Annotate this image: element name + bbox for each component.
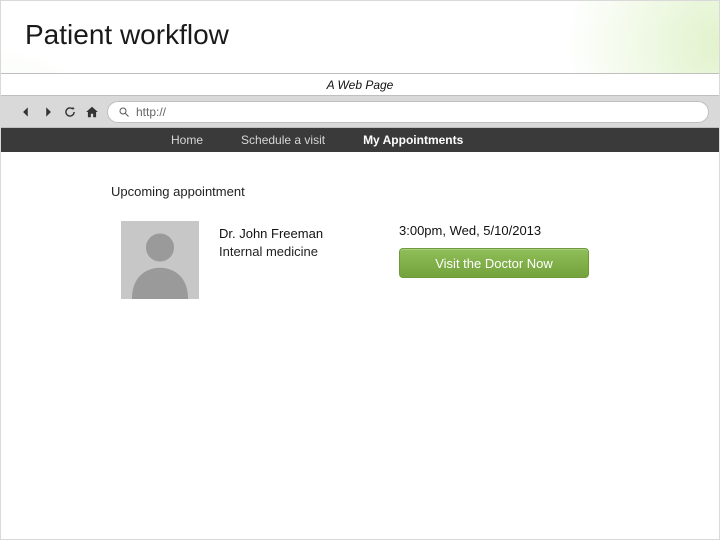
nav-item-appointments[interactable]: My Appointments (363, 133, 463, 147)
back-icon[interactable] (19, 105, 33, 119)
search-icon (118, 106, 130, 118)
doctor-specialty: Internal medicine (219, 243, 379, 261)
window-title: A Web Page (1, 74, 719, 96)
browser-mockup: A Web Page Home Schedule a visit My Appo… (1, 73, 719, 513)
main-nav: Home Schedule a visit My Appointments (1, 128, 719, 152)
avatar-icon (121, 221, 199, 299)
appointment-actions: 3:00pm, Wed, 5/10/2013 Visit the Doctor … (399, 221, 589, 278)
nav-item-home[interactable]: Home (171, 133, 203, 147)
visit-doctor-button[interactable]: Visit the Doctor Now (399, 248, 589, 278)
browser-toolbar (1, 96, 719, 128)
address-bar[interactable] (107, 101, 709, 123)
home-icon[interactable] (85, 105, 99, 119)
appointment-time: 3:00pm, Wed, 5/10/2013 (399, 223, 589, 238)
doctor-info: Dr. John Freeman Internal medicine (219, 221, 379, 260)
section-heading: Upcoming appointment (111, 184, 609, 199)
nav-item-schedule[interactable]: Schedule a visit (241, 133, 325, 147)
appointment-row: Dr. John Freeman Internal medicine 3:00p… (111, 221, 609, 299)
refresh-icon[interactable] (63, 105, 77, 119)
doctor-name: Dr. John Freeman (219, 225, 379, 243)
doctor-avatar (121, 221, 199, 299)
forward-icon[interactable] (41, 105, 55, 119)
page-content: Upcoming appointment Dr. John Freeman In… (1, 152, 719, 299)
address-input[interactable] (136, 105, 698, 119)
slide-title: Patient workflow (25, 19, 229, 51)
